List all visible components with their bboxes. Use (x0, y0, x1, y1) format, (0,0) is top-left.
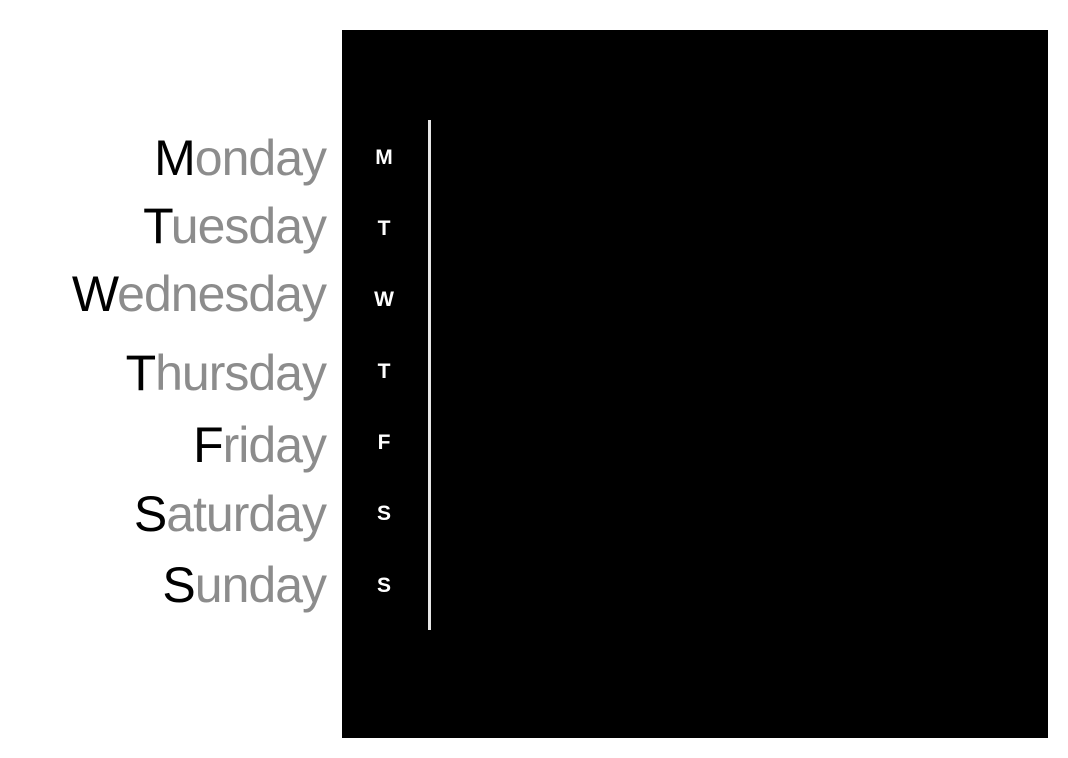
short-label-sunday: S (376, 574, 391, 597)
day-initial: F (193, 417, 224, 473)
day-initial: W (71, 266, 118, 322)
short-label-thursday: T (377, 360, 391, 383)
day-initial: T (143, 198, 172, 254)
abbreviation-panel: M T W T F S S (342, 30, 1048, 738)
short-label-tuesday: T (377, 217, 391, 240)
day-label-wednesday: Wednesday (71, 264, 327, 324)
day-rest: hursday (155, 345, 327, 401)
day-initial: S (162, 557, 195, 613)
day-label-tuesday: Tuesday (143, 196, 327, 256)
day-label-friday: Friday (193, 415, 327, 475)
day-initial: M (154, 130, 196, 186)
day-rest: onday (194, 130, 327, 186)
day-label-saturday: Saturday (133, 484, 327, 544)
vertical-divider (428, 120, 431, 630)
day-label-sunday: Sunday (162, 555, 327, 615)
day-label-monday: Monday (154, 128, 327, 188)
day-label-thursday: Thursday (125, 343, 327, 403)
day-rest: unday (194, 557, 327, 613)
full-day-names: Monday Tuesday Wednesday Thursday Friday… (0, 0, 327, 758)
day-rest: riday (222, 417, 327, 473)
day-rest: aturday (166, 486, 327, 542)
day-initial: T (125, 345, 157, 401)
short-label-monday: M (375, 146, 393, 169)
day-rest: uesday (170, 198, 327, 254)
short-label-saturday: S (376, 502, 391, 525)
day-initial: S (133, 486, 167, 542)
short-label-friday: F (377, 431, 391, 454)
short-label-wednesday: W (374, 288, 394, 311)
day-rest: ednesday (117, 266, 327, 322)
